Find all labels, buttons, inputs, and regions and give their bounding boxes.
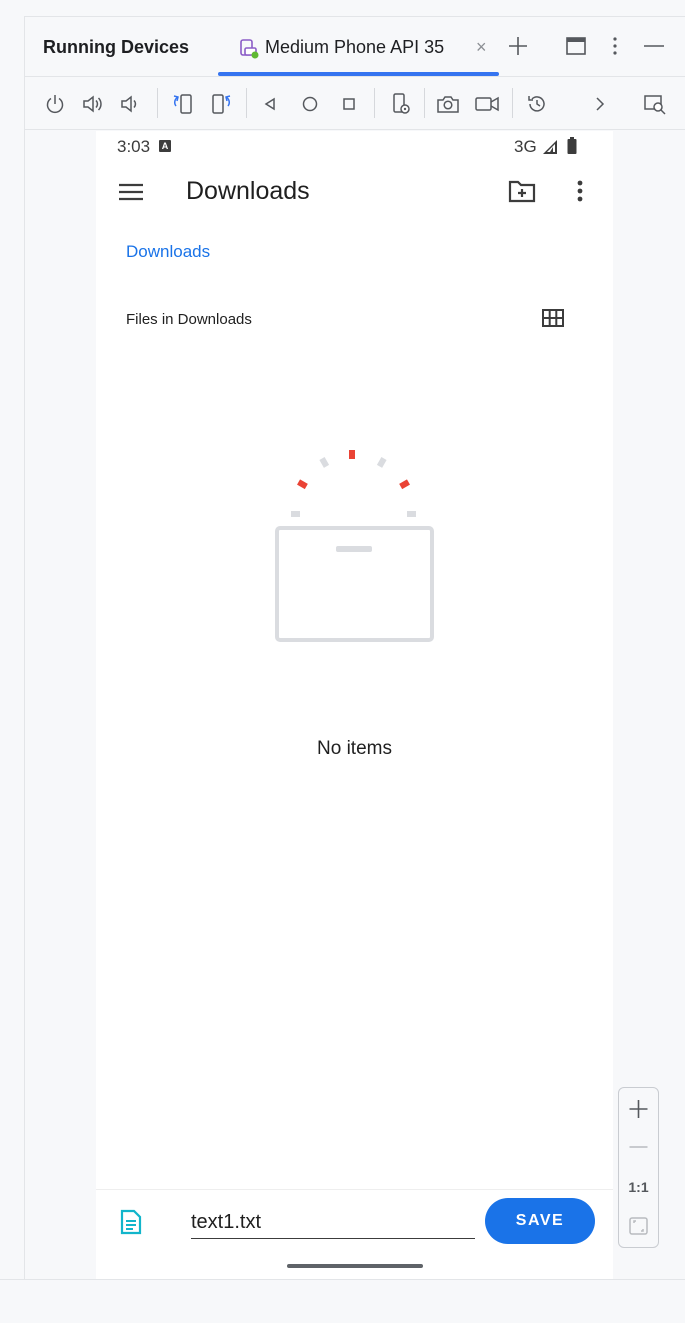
toolbar-separator: [512, 88, 513, 118]
ide-window: Running Devices Medium Phone API 35 × 3:…: [0, 0, 685, 1323]
zoom-out-icon[interactable]: [619, 1128, 658, 1166]
reset-icon[interactable]: [524, 91, 550, 117]
left-tool-strip: [0, 16, 25, 1280]
panel-title: Running Devices: [43, 37, 190, 57]
toolbar-separator: [374, 88, 375, 118]
breadcrumb[interactable]: Downloads: [126, 242, 210, 262]
panel-header: Running Devices Medium Phone API 35 ×: [25, 17, 685, 77]
screen-record-icon[interactable]: [474, 91, 500, 117]
power-icon[interactable]: [42, 91, 68, 117]
zoom-controls: 1:1: [618, 1087, 659, 1248]
close-icon[interactable]: ×: [476, 37, 492, 57]
device-screen[interactable]: 3:03 A 3G Downloads Downloads Files in D…: [96, 131, 613, 1279]
filename-input[interactable]: text1.txt: [191, 1207, 475, 1239]
more-vertical-icon[interactable]: [602, 33, 628, 59]
save-bar: text1.txt SAVE: [96, 1189, 613, 1279]
keyboard-indicator-icon: A: [159, 140, 171, 152]
toolbar-separator: [424, 88, 425, 118]
menu-icon[interactable]: [118, 180, 144, 204]
network-type: 3G: [514, 137, 537, 156]
chevron-right-icon[interactable]: [587, 91, 613, 117]
device-settings-icon[interactable]: [388, 91, 414, 117]
more-vertical-icon[interactable]: [572, 179, 588, 205]
rotate-left-icon[interactable]: [170, 91, 196, 117]
device-icon: [238, 37, 260, 59]
volume-down-icon[interactable]: [117, 91, 143, 117]
actual-size-button[interactable]: 1:1: [619, 1168, 658, 1206]
tab-active-indicator: [218, 72, 499, 76]
inspect-icon[interactable]: [642, 91, 668, 117]
rotate-right-icon[interactable]: [208, 91, 234, 117]
tab-medium-phone[interactable]: Medium Phone API 35 ×: [218, 17, 498, 77]
signal-icon: [542, 139, 558, 155]
window-icon[interactable]: [563, 33, 589, 59]
page-title: Downloads: [186, 177, 310, 205]
gesture-bar: [287, 1264, 423, 1268]
overview-icon[interactable]: [336, 91, 362, 117]
volume-up-icon[interactable]: [80, 91, 106, 117]
toolbar-separator: [157, 88, 158, 118]
zoom-in-icon[interactable]: [619, 1090, 658, 1128]
tab-label: Medium Phone API 35: [265, 37, 445, 57]
add-icon[interactable]: [505, 33, 531, 59]
back-icon[interactable]: [257, 91, 283, 117]
device-toolbar: [25, 78, 685, 130]
home-icon[interactable]: [297, 91, 323, 117]
divider: [0, 1279, 685, 1280]
new-folder-icon[interactable]: [508, 178, 536, 204]
grid-view-icon[interactable]: [542, 309, 564, 327]
minimize-icon[interactable]: [641, 33, 667, 59]
section-title: Files in Downloads: [126, 311, 252, 328]
document-icon: [120, 1209, 142, 1235]
status-time: 3:03: [117, 137, 151, 156]
save-button[interactable]: SAVE: [485, 1198, 595, 1244]
battery-icon: [566, 137, 578, 155]
fit-screen-icon[interactable]: [619, 1207, 658, 1245]
empty-folder-illustration: [271, 446, 436, 646]
toolbar-separator: [246, 88, 247, 118]
screenshot-icon[interactable]: [435, 91, 461, 117]
empty-state-text: No items: [317, 738, 392, 759]
